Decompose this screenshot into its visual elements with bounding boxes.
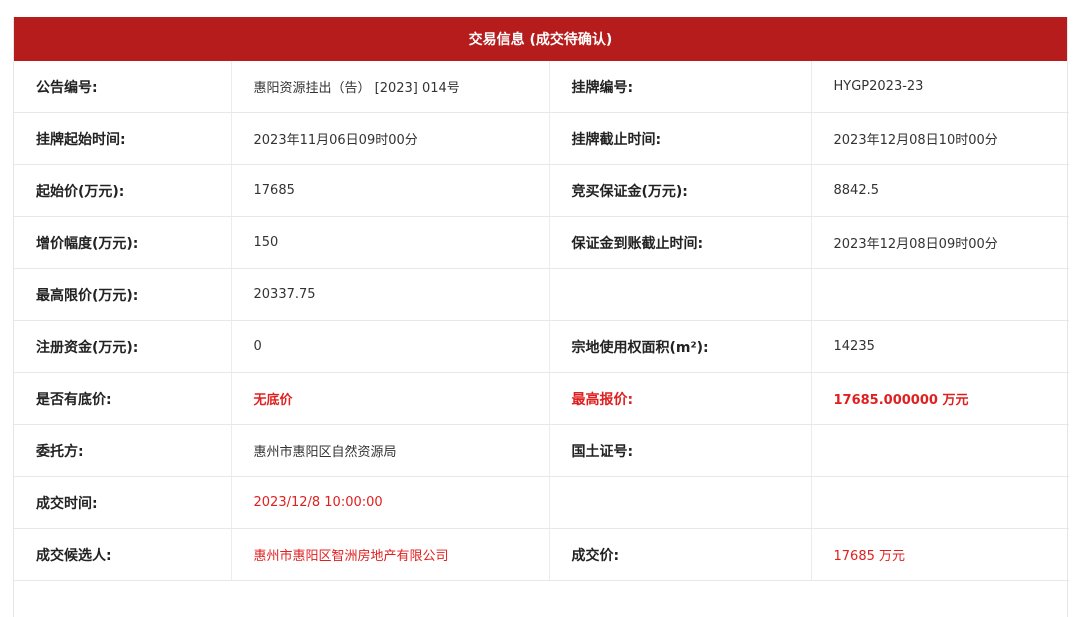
label-land-area: 宗地使用权面积(m²): xyxy=(549,320,812,373)
label-announcement-number: 公告编号: xyxy=(14,61,232,113)
label-reserve-price: 是否有底价: xyxy=(14,372,232,425)
value-deposit-deadline: 2023年12月08日09时00分 xyxy=(811,216,1069,269)
value-registered-capital: 0 xyxy=(231,320,550,373)
label-price-increment: 增价幅度(万元): xyxy=(14,216,232,269)
label-registered-capital: 注册资金(万元): xyxy=(14,320,232,373)
value-price-increment: 150 xyxy=(231,216,550,269)
label-highest-bid: 最高报价: xyxy=(549,372,812,425)
label-listing-end-time: 挂牌截止时间: xyxy=(549,112,812,165)
row-deal-time: 成交时间: 2023/12/8 10:00:00 xyxy=(14,476,1069,529)
label-empty-2 xyxy=(549,476,812,529)
label-max-price: 最高限价(万元): xyxy=(14,268,232,321)
row-entrusting-party: 委托方: 惠州市惠阳区自然资源局 国土证号: xyxy=(14,424,1069,477)
label-deal-time: 成交时间: xyxy=(14,476,232,529)
value-listing-end-time: 2023年12月08日10时00分 xyxy=(811,112,1069,165)
value-reserve-price: 无底价 xyxy=(231,372,550,425)
row-deal-candidate: 成交候选人: 惠州市惠阳区智洲房地产有限公司 成交价: 17685 万元 xyxy=(14,528,1069,581)
value-listing-number: HYGP2023-23 xyxy=(811,61,1069,113)
value-max-price: 20337.75 xyxy=(231,268,550,321)
row-starting-price: 起始价(万元): 17685 竞买保证金(万元): 8842.5 xyxy=(14,164,1069,217)
label-deposit-deadline: 保证金到账截止时间: xyxy=(549,216,812,269)
label-empty-1 xyxy=(549,268,812,321)
value-deal-time: 2023/12/8 10:00:00 xyxy=(231,476,550,529)
transaction-info-panel: 交易信息 (成交待确认) 公告编号: 惠阳资源挂出（告） [2023] 014号… xyxy=(13,17,1069,617)
transaction-info-table: 公告编号: 惠阳资源挂出（告） [2023] 014号 挂牌编号: HYGP20… xyxy=(14,61,1069,581)
label-listing-number: 挂牌编号: xyxy=(549,61,812,113)
label-bid-deposit: 竞买保证金(万元): xyxy=(549,164,812,217)
value-empty-2 xyxy=(811,476,1069,529)
value-land-area: 14235 xyxy=(811,320,1069,373)
label-deal-price: 成交价: xyxy=(549,528,812,581)
panel-header: 交易信息 (成交待确认) xyxy=(14,17,1067,61)
row-reserve-price: 是否有底价: 无底价 最高报价: 17685.000000 万元 xyxy=(14,372,1069,425)
value-highest-bid: 17685.000000 万元 xyxy=(811,372,1069,425)
value-empty-1 xyxy=(811,268,1069,321)
value-deal-candidate: 惠州市惠阳区智洲房地产有限公司 xyxy=(231,528,550,581)
label-deal-candidate: 成交候选人: xyxy=(14,528,232,581)
value-deal-price: 17685 万元 xyxy=(811,528,1069,581)
row-increment: 增价幅度(万元): 150 保证金到账截止时间: 2023年12月08日09时0… xyxy=(14,216,1069,269)
row-announcement-number: 公告编号: 惠阳资源挂出（告） [2023] 014号 挂牌编号: HYGP20… xyxy=(14,61,1069,113)
label-starting-price: 起始价(万元): xyxy=(14,164,232,217)
label-entrusting-party: 委托方: xyxy=(14,424,232,477)
label-land-certificate: 国土证号: xyxy=(549,424,812,477)
row-max-price: 最高限价(万元): 20337.75 xyxy=(14,268,1069,321)
label-listing-start-time: 挂牌起始时间: xyxy=(14,112,232,165)
row-registered-capital: 注册资金(万元): 0 宗地使用权面积(m²): 14235 xyxy=(14,320,1069,373)
value-land-certificate xyxy=(811,424,1069,477)
value-announcement-number: 惠阳资源挂出（告） [2023] 014号 xyxy=(231,61,550,113)
value-starting-price: 17685 xyxy=(231,164,550,217)
value-entrusting-party: 惠州市惠阳区自然资源局 xyxy=(231,424,550,477)
value-bid-deposit: 8842.5 xyxy=(811,164,1069,217)
panel-title: 交易信息 (成交待确认) xyxy=(468,32,613,48)
value-listing-start-time: 2023年11月06日09时00分 xyxy=(231,112,550,165)
row-listing-time: 挂牌起始时间: 2023年11月06日09时00分 挂牌截止时间: 2023年1… xyxy=(14,112,1069,165)
